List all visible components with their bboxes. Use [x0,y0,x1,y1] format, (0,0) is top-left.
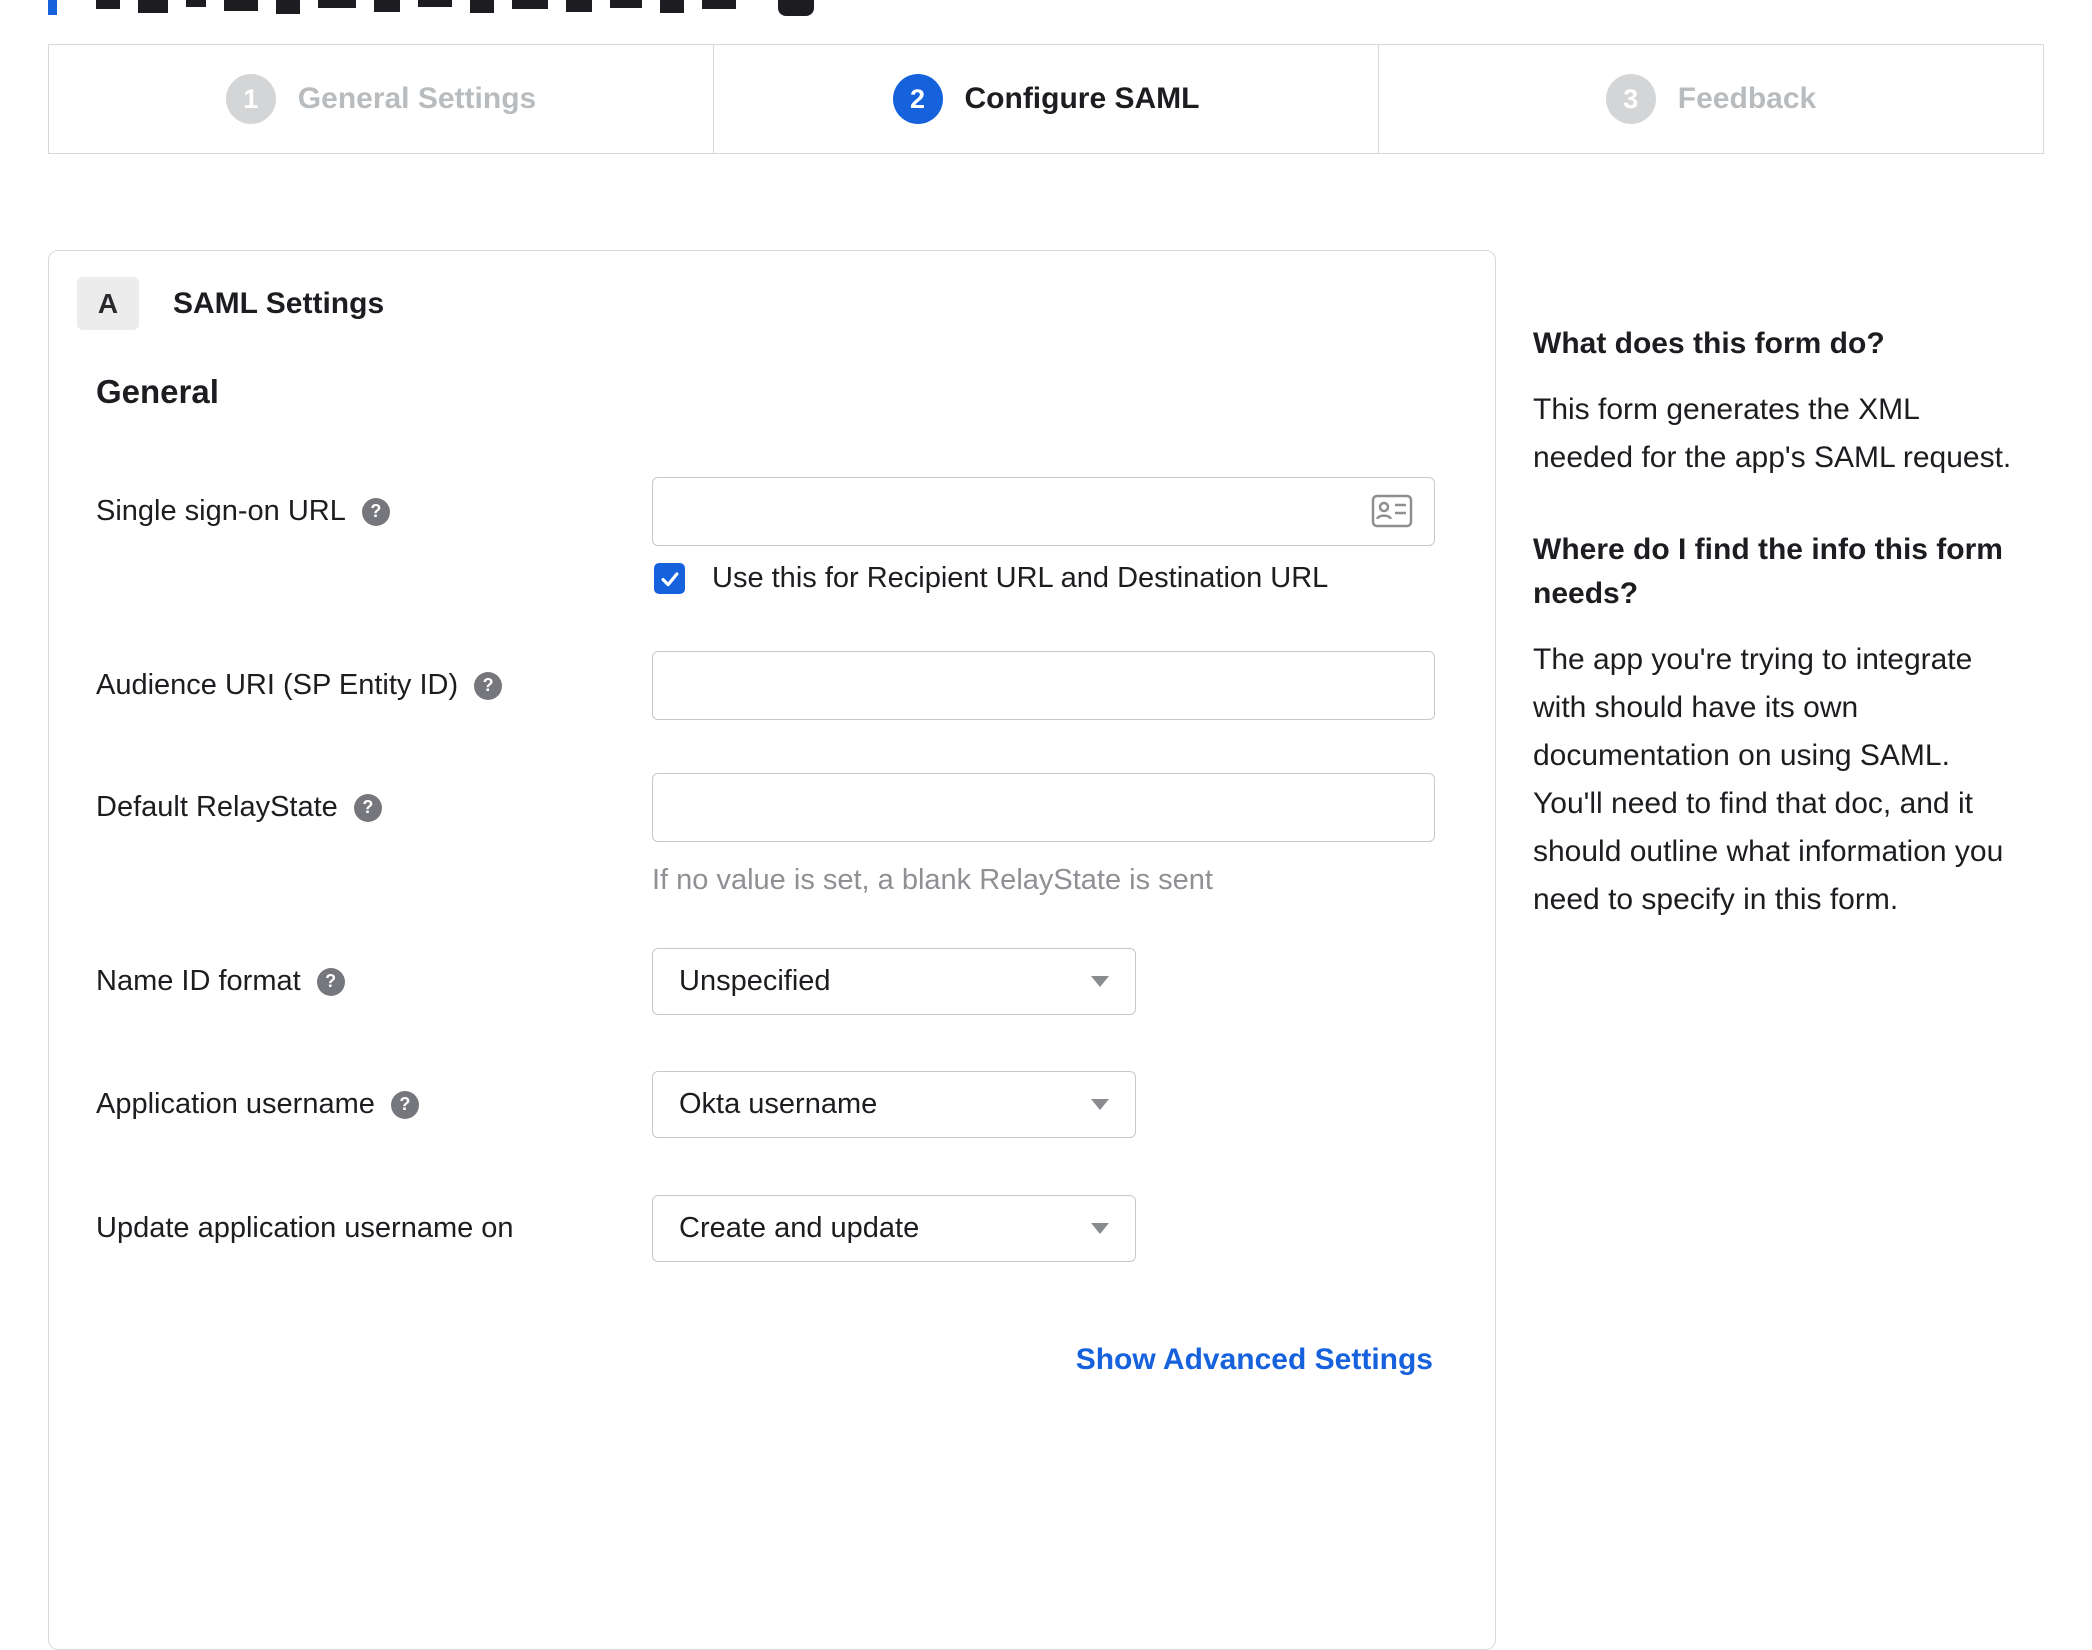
update-app-username-value: Create and update [679,1212,920,1244]
application-username-value: Okta username [679,1088,878,1120]
checkmark-icon [661,571,678,586]
recipient-url-checkbox-label: Use this for Recipient URL and Destinati… [712,562,1329,594]
step-feedback[interactable]: 3 Feedback [1378,45,2043,153]
audience-uri-label: Audience URI (SP Entity ID) [96,669,459,701]
section-badge: A [77,277,139,330]
clipped-title-fragment [186,0,206,7]
recipient-url-checkbox[interactable] [654,563,685,594]
clipped-title-fragment [138,0,168,13]
clipped-title-fragment [470,0,494,13]
audience-uri-input[interactable] [652,651,1435,720]
step-label: General Settings [297,82,537,115]
default-relaystate-label-group: Default RelayState ? [96,773,382,842]
chevron-down-icon [1091,1223,1109,1234]
clipped-title-fragment [318,0,356,8]
recipient-url-checkbox-group: Use this for Recipient URL and Destinati… [654,562,1328,595]
update-app-username-select[interactable]: Create and update [652,1195,1136,1262]
sidebar-question-2: Where do I find the info this form needs… [1533,533,2003,610]
default-relaystate-hint: If no value is set, a blank RelayState i… [652,864,1213,896]
default-relaystate-field: If no value is set, a blank RelayState i… [652,773,1435,897]
clipped-title-fragment [48,0,57,15]
saml-settings-card: A SAML Settings General Single sign-on U… [48,250,1496,1650]
help-icon[interactable]: ? [361,497,390,526]
clipped-title-fragment [610,0,642,8]
clipped-title-fragment [660,0,684,13]
clipped-title-fragment [566,0,592,12]
step-number-badge: 2 [892,74,943,124]
clipped-title-fragment [224,0,258,11]
sidebar-answer-2: The app you're trying to integrate with … [1533,643,2004,916]
step-number-badge: 3 [1605,74,1656,124]
step-general-settings[interactable]: 1 General Settings [49,45,713,153]
sidebar-question-1: What does this form do? [1533,327,1885,360]
help-icon[interactable]: ? [353,793,382,822]
clipped-title-fragment [276,0,300,14]
application-username-select[interactable]: Okta username [652,1071,1136,1138]
clipped-title-fragment [418,0,452,7]
clipped-title-fragment [374,0,400,12]
page-header-clipped [0,0,2092,18]
application-username-label-group: Application username ? [96,1071,419,1138]
default-relaystate-label: Default RelayState [96,791,338,823]
clipped-logo-icon [778,0,814,16]
clipped-title-fragment [96,0,120,9]
name-id-format-field: Unspecified [652,948,1435,1015]
sidebar-answer-1: This form generates the XML needed for t… [1533,393,2012,474]
name-id-format-value: Unspecified [679,965,831,997]
sso-url-label: Single sign-on URL [96,495,346,527]
name-id-format-label-group: Name ID format ? [96,948,345,1015]
contact-card-icon [1371,491,1413,531]
application-username-field: Okta username [652,1071,1435,1138]
step-label: Configure SAML [964,82,1200,115]
update-app-username-label: Update application username on [96,1212,514,1244]
help-icon[interactable]: ? [390,1090,419,1119]
chevron-down-icon [1091,1099,1109,1110]
sso-url-field [652,477,1435,546]
clipped-title-fragment [702,0,736,9]
wizard-stepper: 1 General Settings 2 Configure SAML 3 Fe… [48,44,2044,154]
sso-url-input[interactable] [652,477,1435,546]
step-label: Feedback [1677,82,1817,115]
help-icon[interactable]: ? [316,967,345,996]
audience-uri-field [652,651,1435,720]
help-sidebar: What does this form do? This form genera… [1533,322,2025,924]
audience-uri-label-group: Audience URI (SP Entity ID) ? [96,651,503,720]
section-title: SAML Settings [173,286,385,320]
group-title-general: General [96,373,219,410]
show-advanced-settings-link[interactable]: Show Advanced Settings [1076,1343,1433,1377]
name-id-format-select[interactable]: Unspecified [652,948,1136,1015]
name-id-format-label: Name ID format [96,965,301,997]
clipped-title-fragment [512,0,548,9]
help-icon[interactable]: ? [474,671,503,700]
sso-url-label-group: Single sign-on URL ? [96,477,390,546]
default-relaystate-input[interactable] [652,773,1435,842]
update-app-username-label-group: Update application username on [96,1195,514,1262]
application-username-label: Application username [96,1088,375,1120]
section-header: A SAML Settings [77,277,384,330]
step-number-badge: 1 [225,74,276,124]
step-configure-saml[interactable]: 2 Configure SAML [713,45,1378,153]
update-app-username-field: Create and update [652,1195,1435,1262]
chevron-down-icon [1091,976,1109,987]
